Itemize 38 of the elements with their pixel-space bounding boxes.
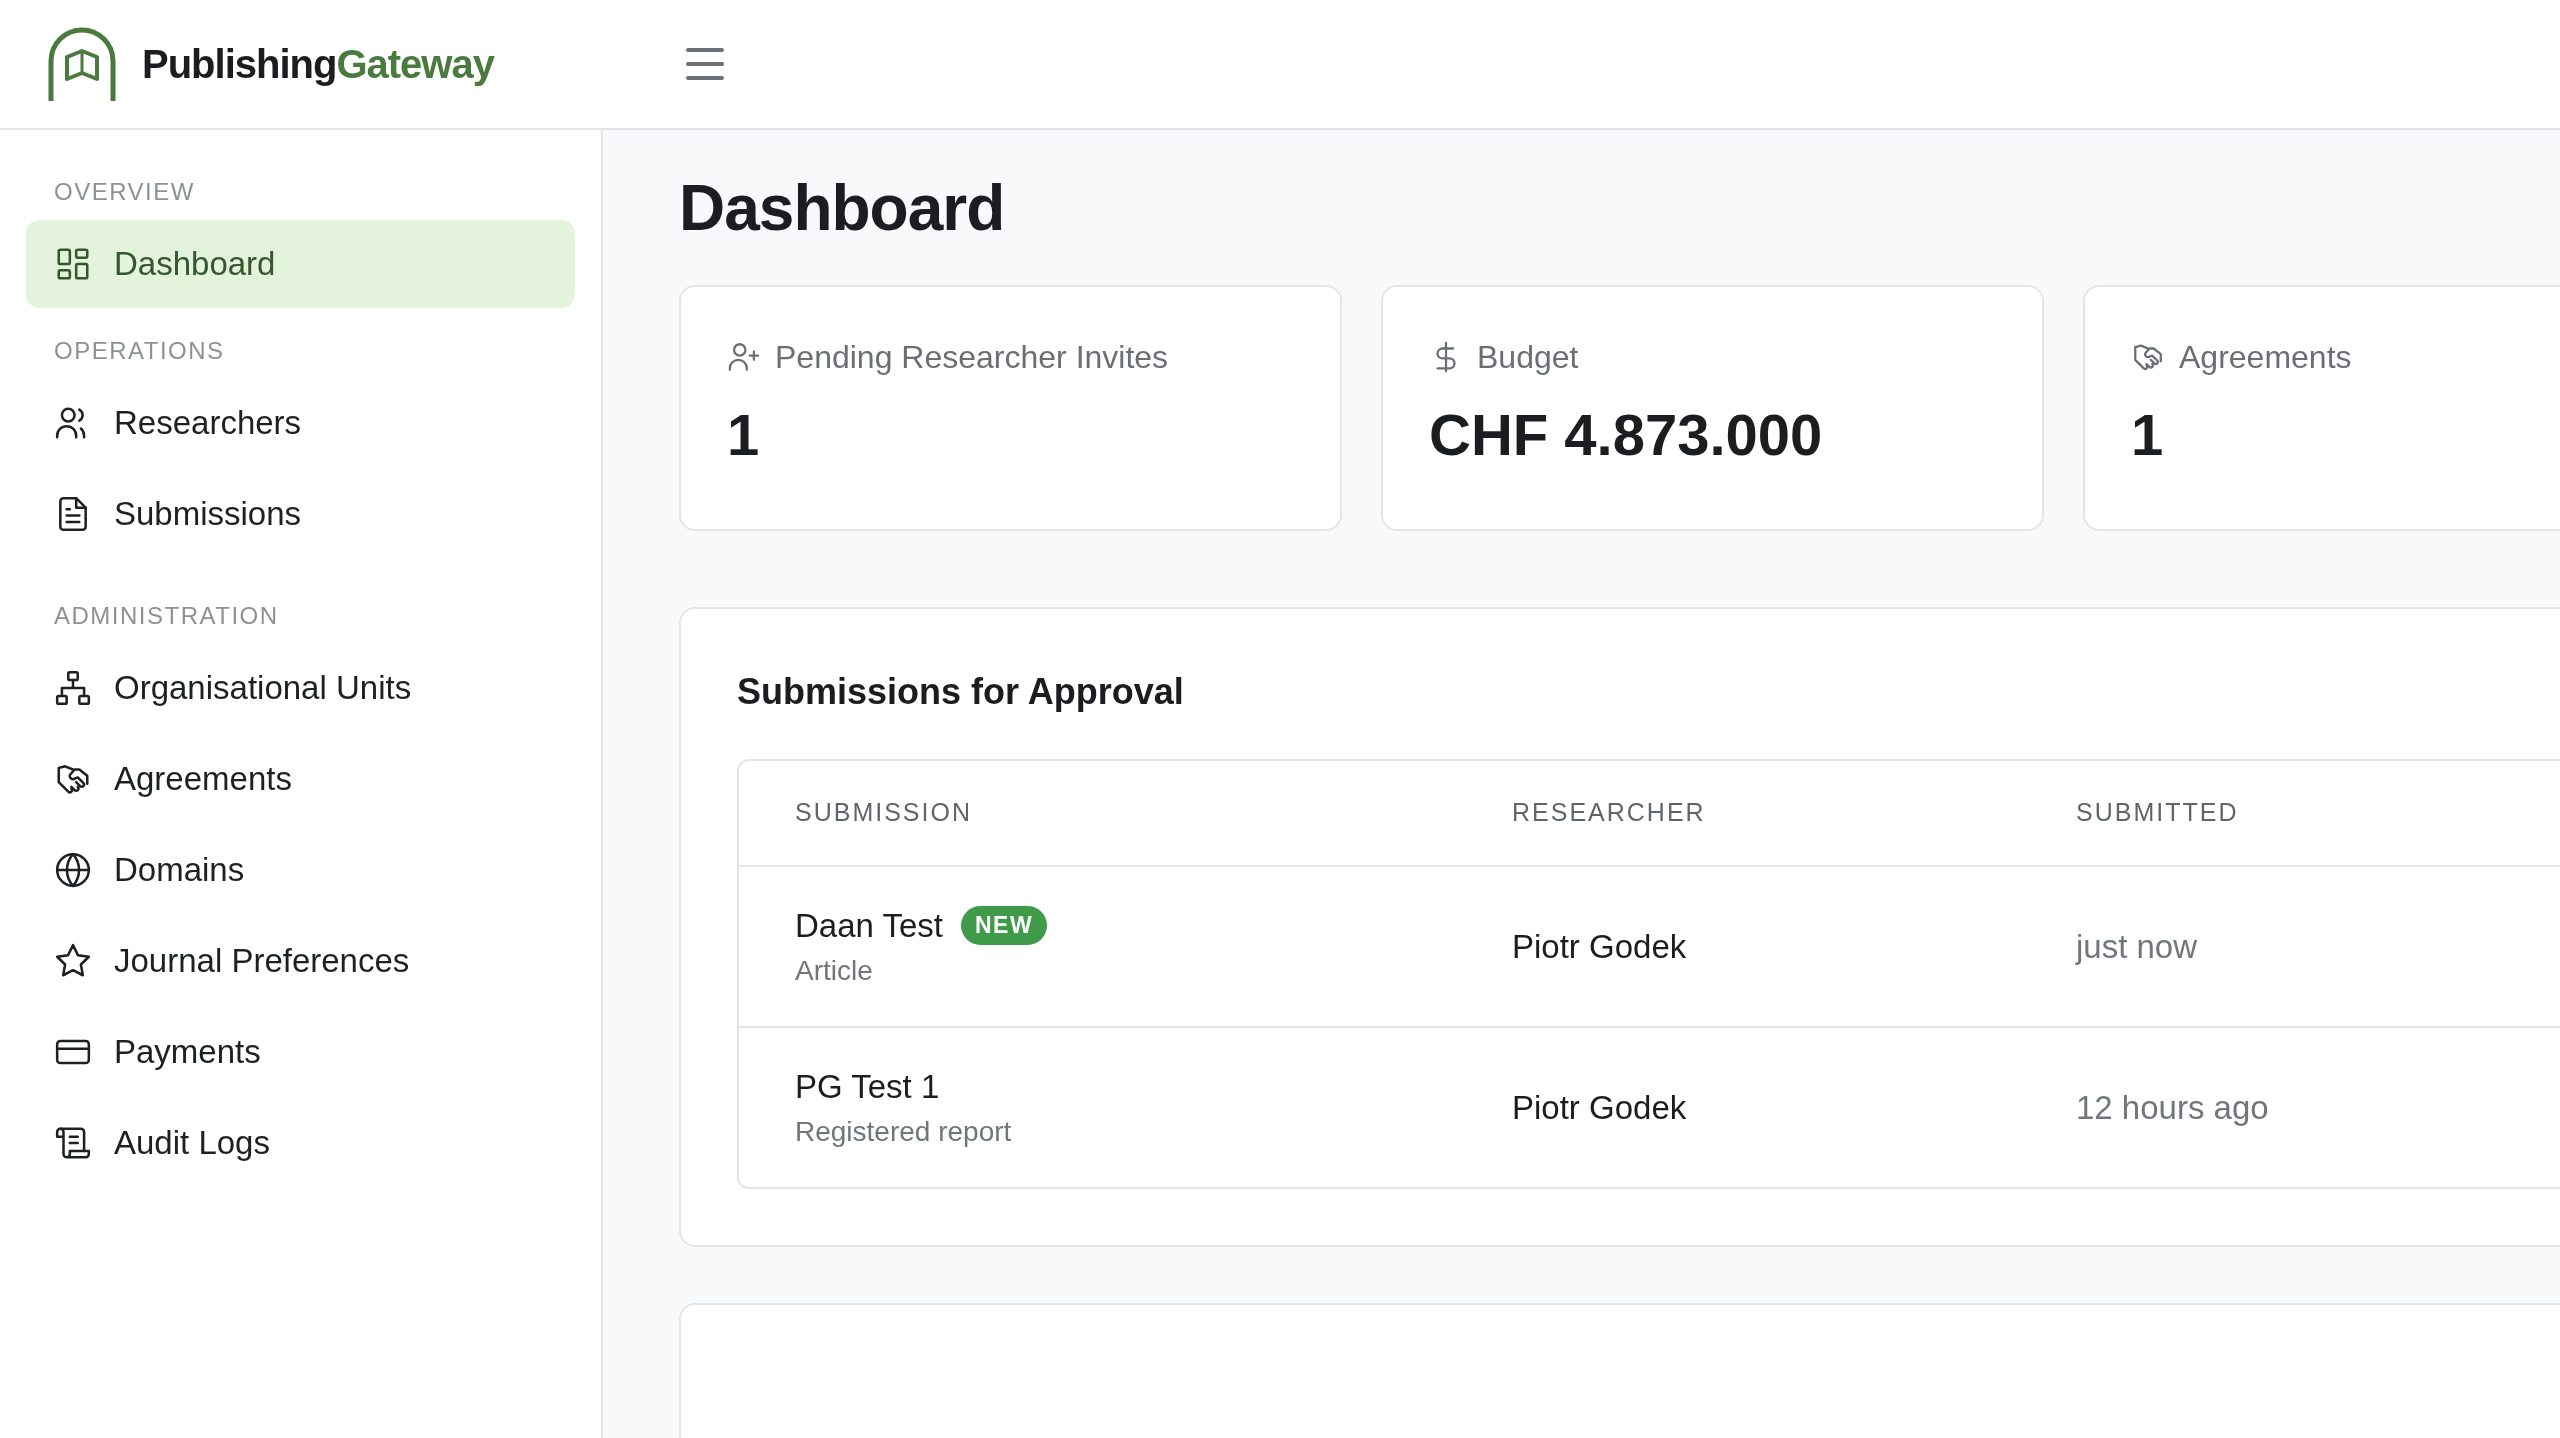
stat-label: Pending Researcher Invites — [775, 337, 1169, 377]
submitted-time: just now — [2076, 926, 2199, 967]
hierarchy-icon — [54, 669, 92, 707]
sidebar-item[interactable]: Audit Logs — [26, 1099, 575, 1187]
section-label: ADMINISTRATION — [53, 601, 280, 631]
column-header: RESEARCHER — [1512, 797, 1707, 829]
stat-label: Agreements — [2179, 337, 2352, 377]
submission-type: Article — [795, 954, 874, 989]
globe-icon — [54, 851, 92, 889]
submitted-time: 12 hours ago — [2076, 1087, 2270, 1128]
new-badge: NEW — [961, 906, 1048, 945]
sidebar-item[interactable]: Domains — [26, 826, 575, 914]
grid-icon — [54, 245, 92, 283]
stat-value: CHF 4.873.000 — [1429, 402, 1824, 467]
stat-value: 1 — [727, 402, 761, 467]
column-header: SUBMISSION — [795, 797, 973, 829]
brand-name[interactable]: PublishingGateway — [142, 34, 494, 94]
scroll-icon — [54, 1124, 92, 1162]
sidebar-item[interactable]: Journal Preferences — [26, 917, 575, 1005]
submission-type: Registered report — [795, 1115, 1013, 1150]
page-title: Dashboard — [679, 171, 1006, 246]
researcher-name: Piotr Godek — [1512, 1087, 1688, 1128]
sidebar-item[interactable]: Agreements — [26, 735, 575, 823]
section-label: OPERATIONS — [53, 336, 226, 366]
stat-label: Budget — [1477, 337, 1579, 377]
submission-title: PG Test 1 — [795, 1066, 940, 1107]
column-header: SUBMITTED — [2076, 797, 2240, 829]
stat-value: 1 — [2131, 402, 2165, 467]
sidebar-item[interactable]: Researchers — [26, 379, 575, 467]
sidebar-item[interactable]: Dashboard — [26, 220, 575, 308]
sidebar-item[interactable]: Organisational Units — [26, 644, 575, 732]
panel-title: Submissions for Approval — [737, 669, 1185, 714]
section-label: OVERVIEW — [53, 177, 196, 207]
sidebar-item[interactable]: Payments — [26, 1008, 575, 1096]
sidebar-item[interactable]: Submissions — [26, 470, 575, 558]
researcher-name: Piotr Godek — [1512, 926, 1688, 967]
logo-icon — [48, 27, 116, 101]
submission-title: Daan Test — [795, 905, 943, 946]
